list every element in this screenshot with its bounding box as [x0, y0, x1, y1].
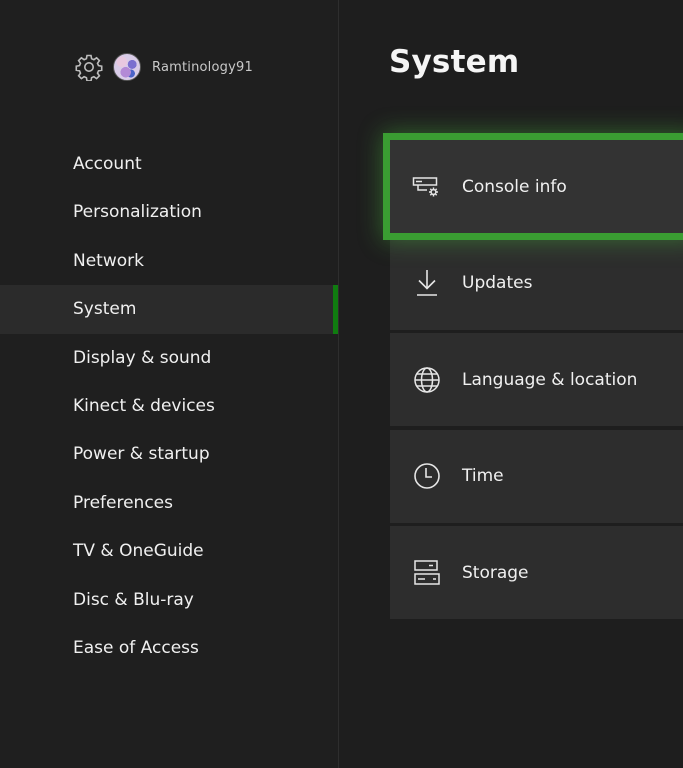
- sidebar-item-disc-bluray[interactable]: Disc & Blu-ray: [0, 576, 338, 624]
- tile-storage[interactable]: Storage: [390, 526, 683, 619]
- sidebar-item-label: System: [73, 299, 137, 320]
- sidebar-item-power-startup[interactable]: Power & startup: [0, 430, 338, 478]
- gear-icon[interactable]: [75, 53, 103, 81]
- sidebar-item-label: TV & OneGuide: [73, 541, 204, 562]
- sidebar-item-preferences[interactable]: Preferences: [0, 479, 338, 527]
- tile-label: Console info: [462, 176, 567, 197]
- sidebar-item-network[interactable]: Network: [0, 237, 338, 285]
- username-label: Ramtinology91: [152, 59, 253, 75]
- sidebar-item-label: Kinect & devices: [73, 395, 215, 416]
- sidebar-item-label: Display & sound: [73, 347, 212, 368]
- sidebar-item-label: Ease of Access: [73, 637, 199, 658]
- sidebar-item-display-sound[interactable]: Display & sound: [0, 334, 338, 382]
- console-settings-icon: [412, 172, 442, 202]
- sidebar-item-kinect-devices[interactable]: Kinect & devices: [0, 382, 338, 430]
- tile-time[interactable]: Time: [390, 429, 683, 523]
- xbox-settings-app: Ramtinology91 Account Personalization Ne…: [0, 0, 683, 768]
- storage-drives-icon: [412, 558, 442, 588]
- page-title: System: [389, 44, 520, 80]
- tile-updates[interactable]: Updates: [390, 236, 683, 330]
- sidebar-item-system[interactable]: System: [0, 285, 338, 334]
- sidebar-item-ease-of-access[interactable]: Ease of Access: [0, 624, 338, 672]
- settings-sidebar: Ramtinology91 Account Personalization Ne…: [0, 0, 339, 768]
- sidebar-item-account[interactable]: Account: [0, 140, 338, 188]
- profile-bar: Ramtinology91: [75, 52, 253, 82]
- globe-icon: [412, 365, 442, 395]
- tile-language-location[interactable]: Language & location: [390, 333, 683, 426]
- tile-label: Updates: [462, 273, 533, 293]
- sidebar-item-label: Disc & Blu-ray: [73, 589, 194, 610]
- sidebar-item-label: Personalization: [73, 202, 202, 223]
- sidebar-item-label: Power & startup: [73, 444, 210, 465]
- sidebar-item-personalization[interactable]: Personalization: [0, 188, 338, 236]
- system-tile-list: Console info Updates Language & location…: [383, 133, 683, 623]
- settings-nav-list: Account Personalization Network System D…: [0, 140, 338, 672]
- clock-icon: [412, 461, 442, 491]
- sidebar-item-tv-oneguide[interactable]: TV & OneGuide: [0, 527, 338, 575]
- tile-console-info[interactable]: Console info: [383, 133, 683, 240]
- tile-label: Language & location: [462, 369, 638, 390]
- sidebar-item-label: Account: [73, 154, 142, 174]
- sidebar-item-label: Preferences: [73, 492, 173, 513]
- avatar[interactable]: [113, 53, 141, 81]
- tile-label: Time: [462, 466, 504, 486]
- download-arrow-icon: [412, 268, 442, 298]
- tile-label: Storage: [462, 562, 529, 583]
- settings-main-panel: System Console info Updates Language & l…: [339, 0, 683, 768]
- sidebar-item-label: Network: [73, 250, 144, 271]
